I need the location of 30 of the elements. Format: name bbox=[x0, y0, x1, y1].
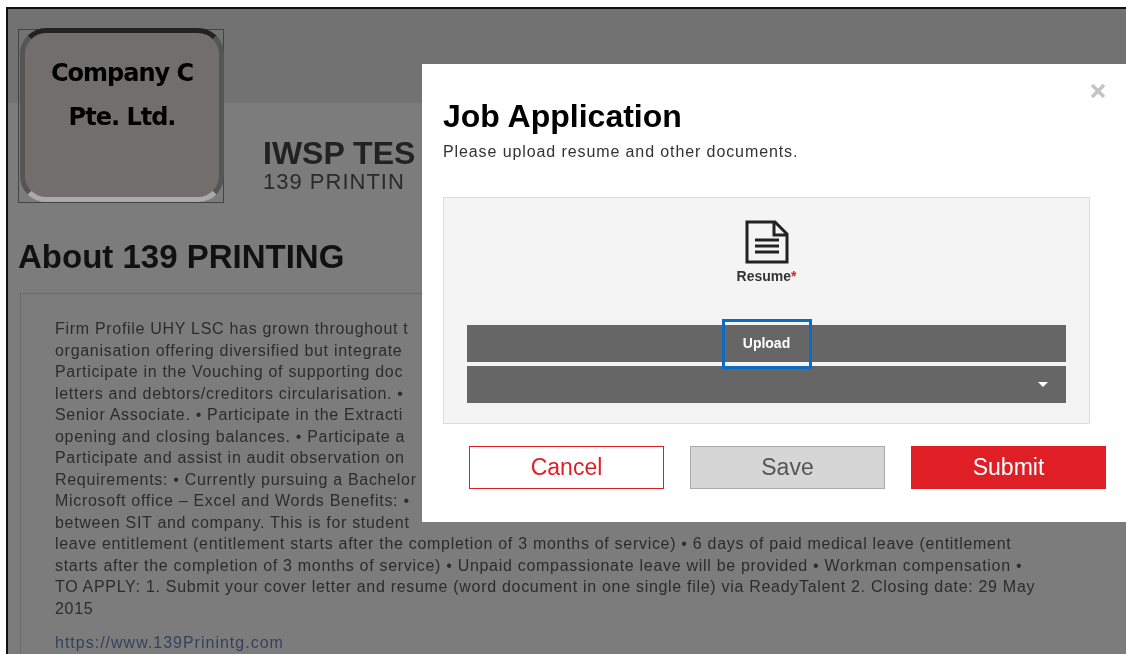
dialog-subtitle: Please upload resume and other documents. bbox=[443, 142, 799, 162]
description-line: Requirements: • Currently pursuing a Bachelor bbox=[55, 469, 417, 490]
dialog-title: Job Application bbox=[443, 98, 682, 134]
company-subtitle: 139 PRINTIN bbox=[263, 171, 406, 193]
submit-button[interactable]: Submit bbox=[911, 446, 1106, 489]
description-line: Participate in the Vouching of supporting doc bbox=[55, 362, 404, 382]
company-title: IWSP TES bbox=[263, 135, 416, 171]
description-line: opening and closing balances. • Participate a bbox=[55, 426, 406, 447]
file-dropdown[interactable] bbox=[467, 366, 1066, 403]
description-line: 2015 bbox=[55, 598, 94, 619]
description-line: Senior Associate. • Participate in the Extracti bbox=[55, 405, 403, 425]
upload-button[interactable]: Upload bbox=[721, 318, 812, 369]
description-line: leave entitlement (entitlement starts after the completion of 3 months of service) • 6 days of paid medical leave (entitlement bbox=[55, 534, 1012, 554]
description-line: between SIT and company. This is for student bbox=[55, 512, 410, 533]
cancel-button[interactable]: Cancel bbox=[469, 446, 664, 489]
description-line: starts after the completion of 3 months of service) • Unpaid compassionate leave will be provided • Workman compensation • bbox=[55, 555, 1023, 576]
logo-text: Company C bbox=[50, 58, 194, 89]
save-button[interactable]: Save bbox=[690, 446, 885, 489]
website-link[interactable]: https://www.139Prinintg.com bbox=[55, 633, 284, 653]
resume-label: Resume* bbox=[736, 267, 797, 285]
description-line: TO APPLY: 1. Submit your cover letter and resume (word document in one single file) via ReadyTalent 2. Closing date: 29 May bbox=[55, 577, 1036, 597]
description-line: organisation offering diversified but integrate bbox=[55, 340, 403, 361]
section-heading: About 139 PRINTING bbox=[18, 237, 345, 277]
logo-text: Pte. Ltd. bbox=[68, 102, 176, 133]
description-line: letters and debtors/creditors circularisation. • bbox=[55, 383, 404, 404]
description-line: Microsoft office – Excel and Words Benefits: • bbox=[55, 491, 410, 511]
close-icon[interactable] bbox=[1090, 83, 1106, 99]
description-line: Participate and assist in audit observation on bbox=[55, 448, 405, 468]
description-line: Firm Profile UHY LSC has grown throughout t bbox=[55, 319, 409, 339]
caret-icon bbox=[1038, 382, 1048, 387]
